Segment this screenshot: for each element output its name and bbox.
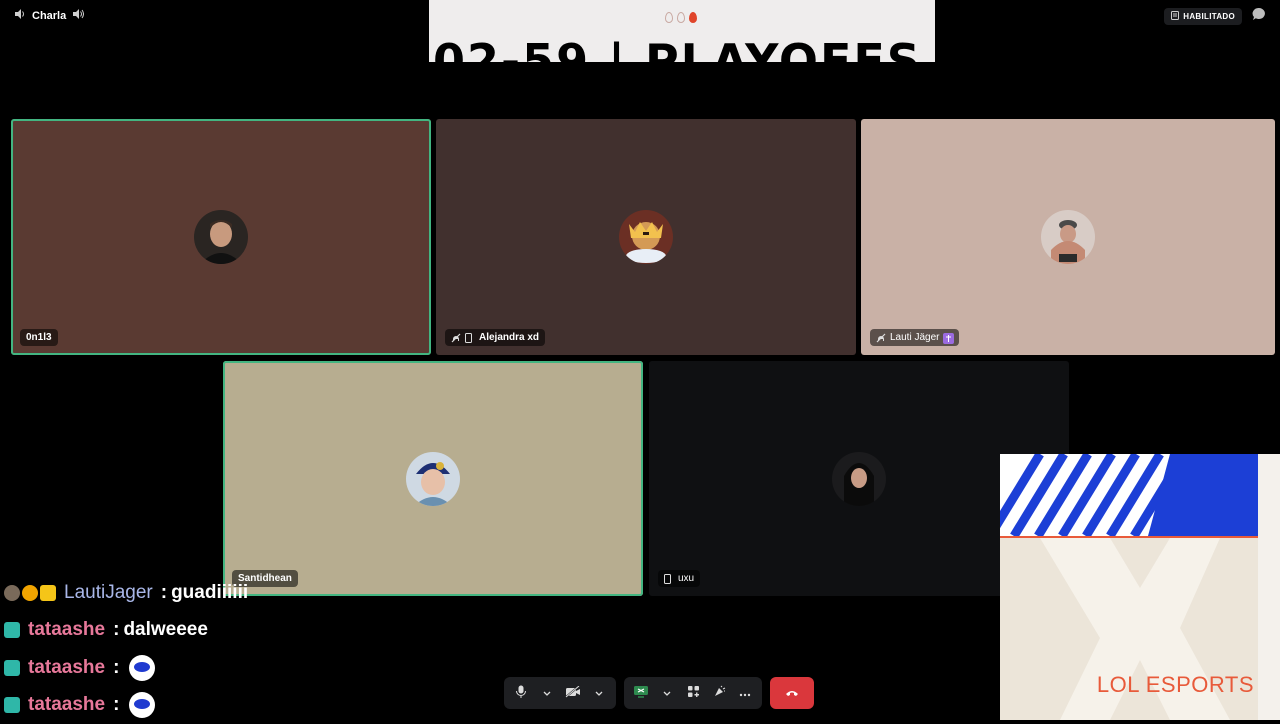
activities-button[interactable] bbox=[684, 684, 702, 702]
stream-edge bbox=[1258, 454, 1280, 720]
participant-tile[interactable]: 0n1l3 bbox=[11, 119, 431, 355]
chevron-down-icon bbox=[595, 686, 603, 700]
pin-icon bbox=[677, 12, 685, 23]
mobile-icon bbox=[664, 574, 674, 584]
cat-badge-icon bbox=[4, 585, 20, 601]
participant-name: uxu bbox=[678, 573, 694, 584]
participant-label: uxu bbox=[658, 570, 700, 587]
phone-hangup-icon bbox=[785, 684, 799, 702]
channel-header[interactable]: Charla bbox=[14, 8, 84, 23]
gg-badge-icon bbox=[4, 697, 20, 713]
channel-name: Charla bbox=[32, 10, 66, 22]
chat-badges bbox=[4, 697, 20, 713]
participant-label: 0n1l3 bbox=[20, 329, 58, 346]
chat-username: tataashe bbox=[28, 657, 105, 679]
participant-label: Lauti Jäger bbox=[870, 329, 959, 346]
chat-message: tataashe : dalweeee bbox=[4, 612, 334, 650]
more-icon bbox=[739, 686, 751, 700]
stream-logo: LOL ESPORTS bbox=[1097, 672, 1254, 698]
control-group-media bbox=[504, 677, 616, 709]
chat-bubble-icon[interactable] bbox=[1252, 7, 1266, 26]
more-options-button[interactable] bbox=[736, 684, 754, 702]
avatar bbox=[406, 452, 460, 506]
volume-icon[interactable] bbox=[72, 8, 84, 23]
participant-name: Alejandra xd bbox=[479, 332, 539, 343]
camera-off-icon bbox=[565, 686, 581, 701]
screen-share-icon bbox=[633, 685, 649, 701]
pin-icon bbox=[689, 12, 697, 23]
gg-badge-icon bbox=[4, 622, 20, 638]
banner-title: 02-59 | PLAYOFFS bbox=[433, 34, 922, 62]
map-pins-graphic bbox=[665, 12, 697, 23]
emote-icon bbox=[129, 655, 155, 681]
emote-icon bbox=[129, 692, 155, 718]
avatar bbox=[1041, 210, 1095, 264]
chat-separator: : bbox=[113, 657, 119, 679]
control-group-activities bbox=[624, 677, 762, 709]
chat-username: tataashe bbox=[28, 694, 105, 716]
chat-separator: : bbox=[113, 694, 119, 716]
microphone-button[interactable] bbox=[512, 684, 530, 702]
avatar bbox=[194, 210, 248, 264]
microphone-icon bbox=[515, 685, 527, 702]
chat-message: tataashe : bbox=[4, 649, 334, 687]
deafened-icon bbox=[876, 333, 886, 343]
soundboard-icon bbox=[713, 685, 726, 701]
camera-options-button[interactable] bbox=[590, 684, 608, 702]
chat-badges bbox=[4, 660, 20, 676]
voice-controls bbox=[504, 677, 814, 709]
status-pill-label: HABILITADO bbox=[1183, 12, 1235, 21]
chat-separator: : bbox=[113, 619, 119, 641]
screen-share-options-button[interactable] bbox=[658, 684, 676, 702]
chat-separator: : bbox=[161, 582, 167, 604]
chat-message: LautiJager : guadiiiiii bbox=[4, 574, 334, 612]
stream-banner: 02-59 | PLAYOFFS bbox=[429, 0, 935, 62]
mobile-icon bbox=[465, 333, 475, 343]
chat-overlay: LautiJager : guadiiiiii tataashe : dalwe… bbox=[4, 574, 334, 724]
chat-username: tataashe bbox=[28, 619, 105, 641]
disconnect-button[interactable] bbox=[770, 677, 814, 709]
avatar bbox=[832, 452, 886, 506]
screen-share-button[interactable] bbox=[632, 684, 650, 702]
camera-button[interactable] bbox=[564, 684, 582, 702]
chat-badges bbox=[4, 585, 56, 601]
participant-tile[interactable]: Alejandra xd bbox=[436, 119, 856, 355]
chat-text: dalweeee bbox=[123, 619, 208, 641]
status-pill[interactable]: HABILITADO bbox=[1164, 8, 1242, 25]
chevron-down-icon bbox=[663, 686, 671, 700]
gg-badge-icon bbox=[4, 660, 20, 676]
pin-icon bbox=[665, 12, 673, 23]
participant-tile[interactable]: Santidhean bbox=[223, 361, 643, 596]
sub-badge-icon bbox=[22, 585, 38, 601]
chat-text: guadiiiiii bbox=[171, 582, 248, 604]
chat-message: tataashe : bbox=[4, 687, 334, 724]
participant-name: 0n1l3 bbox=[26, 332, 52, 343]
deafened-icon bbox=[451, 333, 461, 343]
avatar bbox=[619, 210, 673, 264]
chat-username: LautiJager bbox=[64, 582, 153, 604]
microphone-options-button[interactable] bbox=[538, 684, 556, 702]
chevron-down-icon bbox=[543, 686, 551, 700]
participant-label: Alejandra xd bbox=[445, 329, 545, 346]
soundboard-button[interactable] bbox=[710, 684, 728, 702]
chat-badges bbox=[4, 622, 20, 638]
stream-overlay: LOL ESPORTS bbox=[1000, 454, 1280, 720]
crown-badge-icon bbox=[40, 585, 56, 601]
participant-tile[interactable]: Lauti Jäger bbox=[861, 119, 1275, 355]
activities-icon bbox=[687, 685, 700, 701]
speaker-icon bbox=[14, 8, 26, 23]
nitro-badge-icon bbox=[943, 333, 953, 343]
stripes-graphic bbox=[1000, 454, 1258, 538]
participant-name: Lauti Jäger bbox=[890, 332, 939, 343]
document-icon bbox=[1171, 11, 1179, 22]
